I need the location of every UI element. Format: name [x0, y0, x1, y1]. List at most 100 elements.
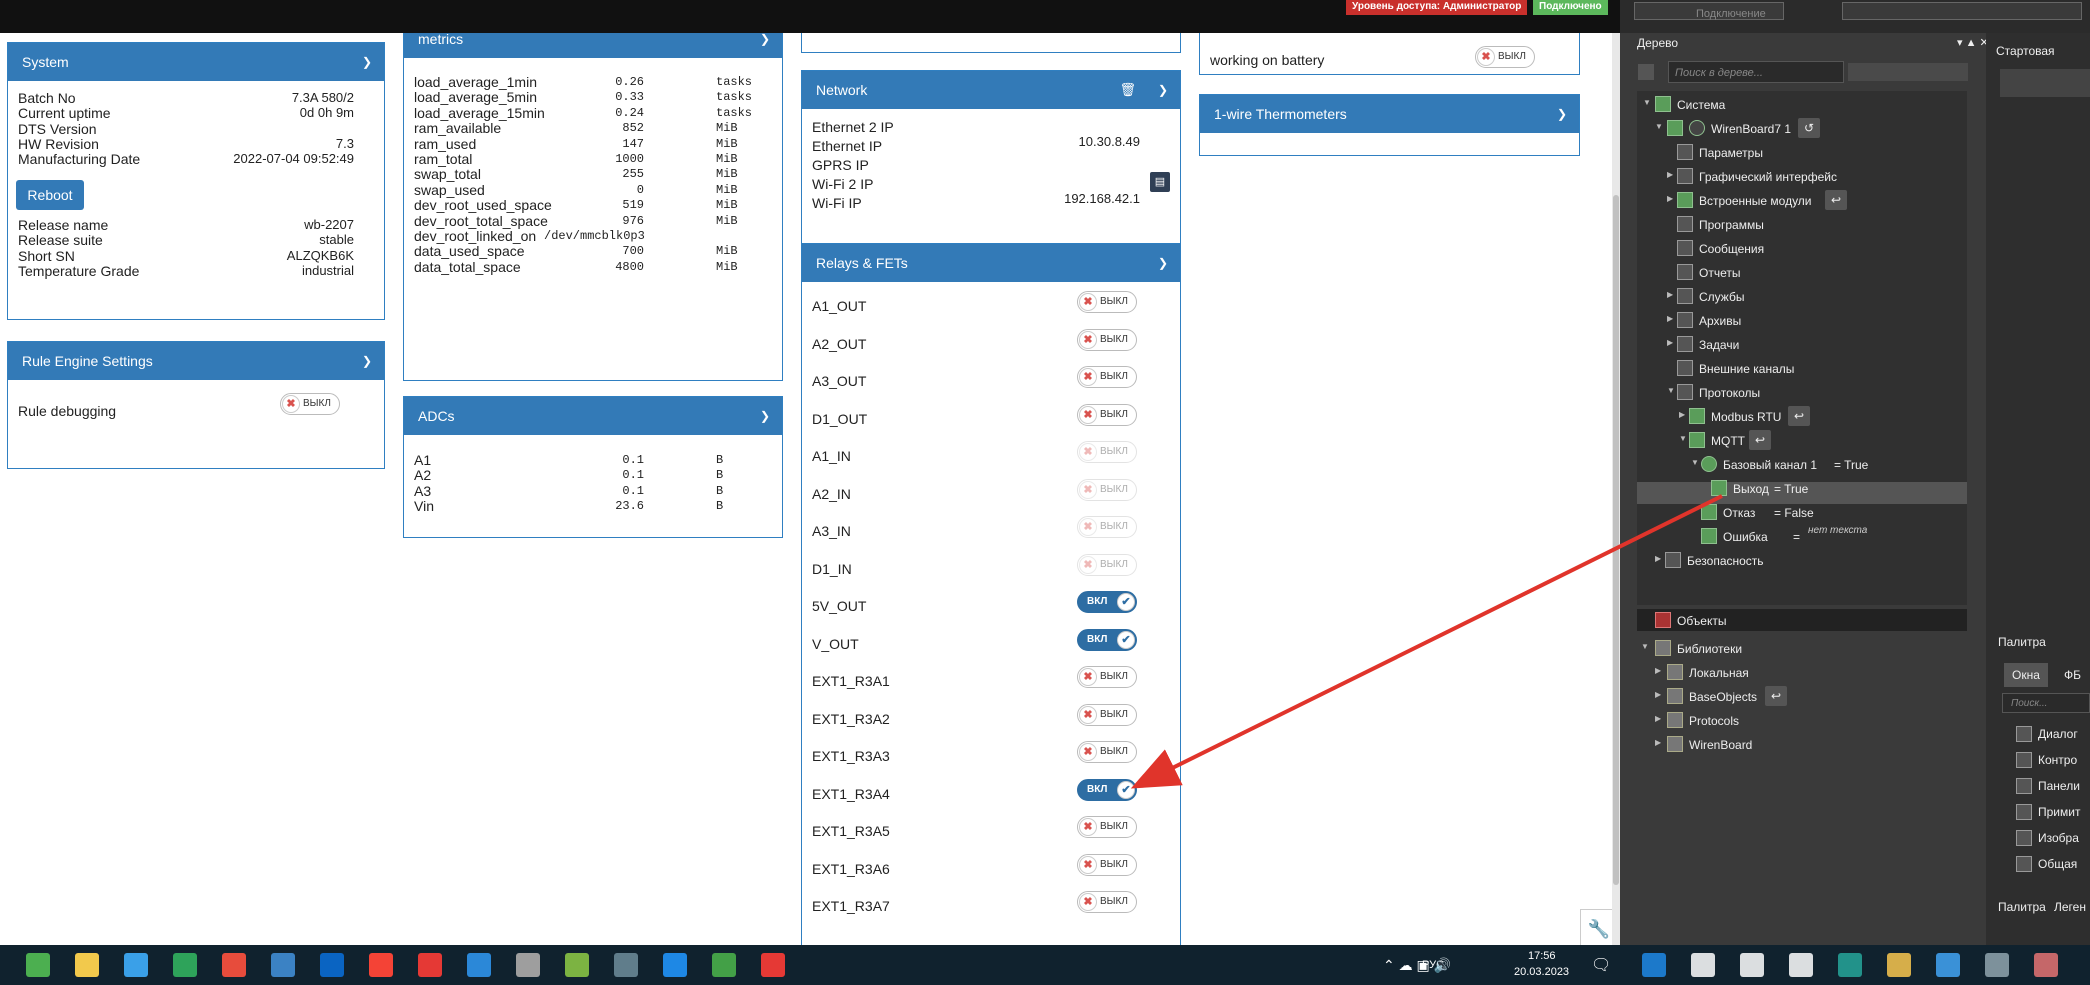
tree-node[interactable]: Службы [1699, 289, 1744, 305]
taskbar-app-icon[interactable] [173, 953, 197, 977]
tree-tool-icon[interactable] [1638, 64, 1654, 80]
relay-toggle[interactable]: ✖ ВЫКЛ [1077, 891, 1137, 913]
cortana-icon[interactable] [1740, 953, 1764, 977]
rule-debugging-toggle[interactable]: ✖ ВЫКЛ [280, 393, 340, 415]
tree-node[interactable]: Внешние каналы [1699, 361, 1794, 377]
tree-node[interactable]: WirenBoard7 1 [1711, 121, 1791, 137]
taskbar-app-icon[interactable] [418, 953, 442, 977]
tree-node[interactable]: Программы [1699, 217, 1764, 233]
taskbar-app-icon[interactable] [369, 953, 393, 977]
rule-engine-header[interactable]: Rule Engine Settings ❯ [8, 342, 384, 380]
palette-item[interactable]: Общая [2038, 856, 2077, 872]
clock-time[interactable]: 17:56 [1528, 950, 1556, 962]
taskbar-app-icon[interactable] [124, 953, 148, 977]
taskbar-app-icon[interactable] [516, 953, 540, 977]
tree-node[interactable]: Отчеты [1699, 265, 1740, 281]
taskbar-app-icon[interactable] [320, 953, 344, 977]
top-right-box[interactable] [1842, 2, 2082, 20]
relay-toggle[interactable]: ✖ ВЫКЛ [1077, 403, 1137, 426]
channel-node[interactable]: Базовый канал 1 [1723, 457, 1817, 473]
relay-toggle[interactable]: ✖ ВЫКЛ [1077, 816, 1137, 838]
palette-search[interactable]: Поиск... [2002, 693, 2090, 713]
tree-toolbar-icons[interactable] [1848, 63, 1968, 81]
libraries-label[interactable]: Библиотеки [1677, 641, 1742, 657]
error-node[interactable]: Ошибка [1723, 529, 1768, 545]
battery-toggle[interactable]: ✖ ВЫКЛ [1475, 46, 1535, 68]
trash-icon[interactable]: 🗑 [1119, 71, 1136, 109]
tree-node[interactable]: Графический интерфейс [1699, 169, 1837, 185]
page-scrollbar[interactable] [1612, 33, 1620, 945]
bottom-tab[interactable]: Палитра [1998, 899, 2046, 915]
taskbar-app-icon[interactable] [761, 953, 785, 977]
chevron-down-icon[interactable]: ❯ [362, 43, 372, 81]
tree-header-icons[interactable]: ▾ ▲ ✕ [1957, 35, 1989, 51]
palette-tab[interactable]: ФБ [2056, 663, 2089, 687]
adcs-header[interactable]: ADCs ❯ [404, 397, 782, 435]
relay-toggle[interactable]: ✖ ВЫКЛ [1077, 328, 1137, 351]
taskbar-app-icon[interactable] [712, 953, 736, 977]
taskbar-app-icon[interactable] [663, 953, 687, 977]
search-icon[interactable] [1691, 953, 1715, 977]
tree-node[interactable]: MQTT [1711, 433, 1745, 449]
return-icon[interactable]: ↩ [1765, 686, 1787, 706]
tree-search-input[interactable]: Поиск в дереве... [1668, 61, 1844, 83]
taskbar-app-icon[interactable] [222, 953, 246, 977]
system-panel-header[interactable]: System ❯ [8, 43, 384, 81]
start-tab[interactable]: Стартовая [1996, 43, 2055, 59]
reboot-button[interactable]: Reboot [16, 180, 84, 210]
fail-node[interactable]: Отказ [1723, 505, 1755, 521]
relay-toggle[interactable]: ✔ ВКЛ [1077, 591, 1137, 613]
wrench-icon[interactable]: 🔧 [1580, 909, 1612, 945]
taskbar-app-icon[interactable] [467, 953, 491, 977]
taskbar-app-icon[interactable] [75, 953, 99, 977]
tree-node[interactable]: Сообщения [1699, 241, 1764, 257]
library-item[interactable]: Protocols [1689, 713, 1739, 729]
return-icon[interactable]: ↩ [1825, 190, 1847, 210]
relay-toggle[interactable]: ✖ ВЫКЛ [1077, 366, 1137, 388]
chevron-down-icon[interactable]: ❯ [1557, 95, 1567, 133]
taskbar-app-icon[interactable] [565, 953, 589, 977]
link-icon[interactable]: ↺ [1798, 118, 1820, 138]
taskbar-app-icon[interactable] [271, 953, 295, 977]
relay-toggle[interactable]: ✖ ВЫКЛ [1077, 853, 1137, 876]
chevron-down-icon[interactable]: ❯ [760, 33, 770, 58]
notification-icon[interactable]: 🗨 [1591, 955, 1611, 975]
tree-node[interactable]: Modbus RTU [1711, 409, 1781, 425]
tree-node[interactable]: Архивы [1699, 313, 1741, 329]
chevron-down-icon[interactable]: ❯ [1158, 71, 1168, 109]
tree-node[interactable]: Протоколы [1699, 385, 1760, 401]
metrics-header[interactable]: metrics ❯ [404, 33, 782, 58]
relay-toggle[interactable]: ✖ ВЫКЛ [1077, 741, 1137, 763]
clock-date[interactable]: 20.03.2023 [1514, 966, 1569, 978]
tree-node[interactable]: Встроенные модули [1699, 193, 1812, 209]
task-view-icon[interactable] [1789, 953, 1813, 977]
library-item[interactable]: Локальная [1689, 665, 1749, 681]
palette-item[interactable]: Диалог [2038, 726, 2078, 742]
relay-toggle[interactable]: ✔ ВКЛ [1077, 778, 1137, 801]
chart-icon[interactable]: ▤ [1150, 172, 1170, 192]
relay-toggle[interactable]: ✖ ВЫКЛ [1077, 703, 1137, 726]
palette-tab[interactable]: Окна [2004, 663, 2048, 687]
taskbar-app-icon[interactable] [26, 953, 50, 977]
tree-node[interactable]: Система [1677, 97, 1725, 113]
tree-node[interactable]: Безопасность [1687, 553, 1764, 569]
output-node[interactable]: Выход [1733, 481, 1769, 497]
palette-item[interactable]: Примит [2038, 804, 2080, 820]
network-header[interactable]: Network 🗑 ❯ [802, 71, 1180, 109]
snipping-icon[interactable] [2034, 953, 2058, 977]
relays-header[interactable]: Relays & FETs ❯ [802, 244, 1180, 282]
library-item[interactable]: BaseObjects [1689, 689, 1757, 705]
edge-icon[interactable] [1838, 953, 1862, 977]
chevron-down-icon[interactable]: ❯ [362, 342, 372, 380]
return-icon[interactable]: ↩ [1749, 430, 1771, 450]
calculator-icon[interactable] [1985, 953, 2009, 977]
taskbar-app-icon[interactable] [614, 953, 638, 977]
tree-node[interactable]: Задачи [1699, 337, 1739, 353]
windows-start-icon[interactable] [1642, 953, 1666, 977]
palette-item[interactable]: Панели [2038, 778, 2080, 794]
tray-icons[interactable]: ⌃ ☁ ▣ 🔊 [1383, 957, 1451, 974]
return-icon[interactable]: ↩ [1788, 406, 1810, 426]
store-icon[interactable] [1936, 953, 1960, 977]
chevron-down-icon[interactable]: ❯ [1158, 244, 1168, 282]
tree-node[interactable]: Параметры [1699, 145, 1763, 161]
